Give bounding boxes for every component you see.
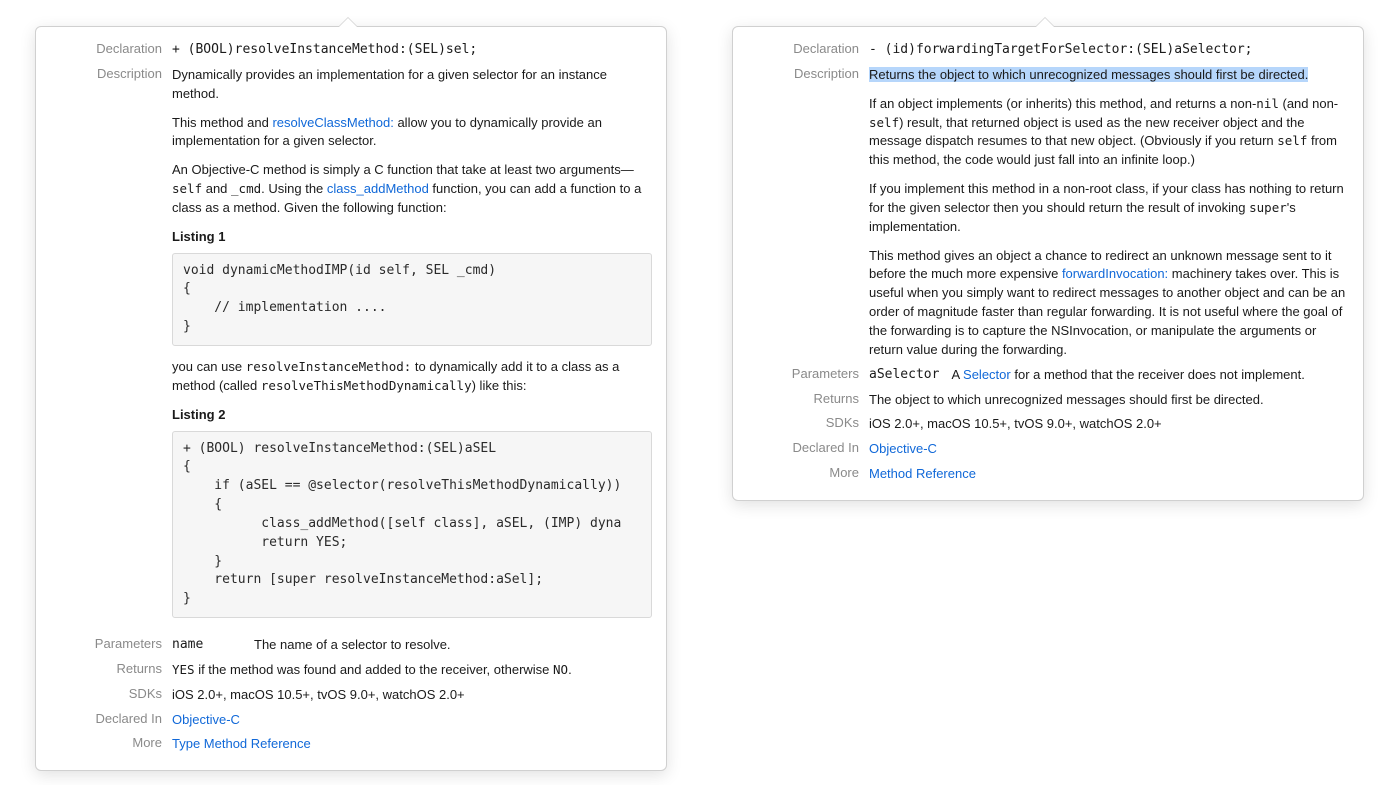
label-returns: Returns [50,661,172,676]
desc-paragraph[interactable]: This method and resolveClassMethod: allo… [172,114,652,152]
link-resolveClassMethod[interactable]: resolveClassMethod: [272,115,393,130]
selected-text[interactable]: Returns the object to which unrecognized… [869,67,1308,82]
declaration-text[interactable]: - (id)forwardingTargetForSelector:(SEL)a… [869,41,1349,60]
returns-text: YES if the method was found and added to… [172,661,652,680]
label-declared-in: Declared In [747,440,869,455]
label-description: Description [50,66,172,81]
param-desc: The name of a selector to resolve. [254,636,451,655]
link-declared-in[interactable]: Objective-C [172,712,240,727]
label-sdks: SDKs [747,415,869,430]
link-forwardInvocation[interactable]: forwardInvocation: [1062,266,1168,281]
parameters-body: name The name of a selector to resolve. [172,636,652,655]
link-class_addMethod[interactable]: class_addMethod [327,181,429,196]
label-more: More [747,465,869,480]
desc-paragraph[interactable]: Dynamically provides an implementation f… [172,66,652,104]
label-returns: Returns [747,391,869,406]
link-more-reference[interactable]: Type Method Reference [172,736,311,751]
label-parameters: Parameters [50,636,172,651]
desc-paragraph[interactable]: An Objective-C method is simply a C func… [172,161,652,218]
param-name: aSelector [869,366,939,385]
label-sdks: SDKs [50,686,172,701]
description-body: Dynamically provides an implementation f… [172,66,652,630]
link-declared-in[interactable]: Objective-C [869,441,937,456]
code-listing-2[interactable]: + (BOOL) resolveInstanceMethod:(SEL)aSEL… [172,431,652,619]
sdks-text: iOS 2.0+, macOS 10.5+, tvOS 9.0+, watchO… [172,686,652,705]
quickhelp-popover-resolveInstanceMethod: Declaration + (BOOL)resolveInstanceMetho… [35,26,667,771]
description-body: Returns the object to which unrecognized… [869,66,1349,360]
link-more-reference[interactable]: Method Reference [869,466,976,481]
desc-paragraph[interactable]: If you implement this method in a non-ro… [869,180,1349,237]
link-selector[interactable]: Selector [963,367,1011,382]
declaration-text[interactable]: + (BOOL)resolveInstanceMethod:(SEL)sel; [172,41,652,60]
quickhelp-popover-forwardingTargetForSelector: Declaration - (id)forwardingTargetForSel… [732,26,1364,501]
label-declared-in: Declared In [50,711,172,726]
param-desc: A Selector for a method that the receive… [951,366,1304,385]
label-parameters: Parameters [747,366,869,381]
parameters-body: aSelector A Selector for a method that t… [869,366,1349,385]
label-more: More [50,735,172,750]
listing-2-title: Listing 2 [172,406,652,425]
listing-1-title: Listing 1 [172,228,652,247]
label-declaration: Declaration [747,41,869,56]
returns-text: The object to which unrecognized message… [869,391,1349,410]
label-declaration: Declaration [50,41,172,56]
desc-paragraph[interactable]: Returns the object to which unrecognized… [869,66,1349,85]
label-description: Description [747,66,869,81]
code-listing-1[interactable]: void dynamicMethodIMP(id self, SEL _cmd)… [172,253,652,346]
desc-paragraph[interactable]: If an object implements (or inherits) th… [869,95,1349,170]
sdks-text: iOS 2.0+, macOS 10.5+, tvOS 9.0+, watchO… [869,415,1349,434]
param-name: name [172,636,242,655]
desc-paragraph[interactable]: This method gives an object a chance to … [869,247,1349,360]
desc-paragraph[interactable]: you can use resolveInstanceMethod: to dy… [172,358,652,396]
